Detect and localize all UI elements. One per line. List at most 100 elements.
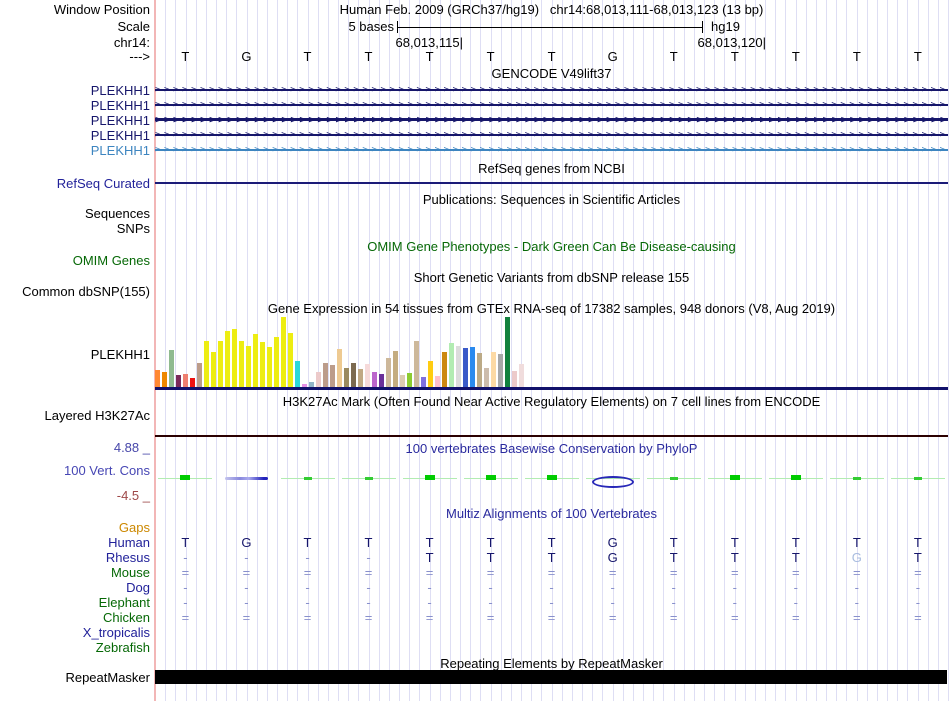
multiz-cell: - — [549, 580, 554, 595]
gtex-bar — [462, 348, 468, 388]
gencode-transcript-label[interactable]: PLEKHH1 — [0, 113, 150, 128]
multiz-cell: = — [181, 610, 190, 625]
dbsnp-title: Short Genetic Variants from dbSNP releas… — [413, 270, 690, 285]
multiz-cell: - — [915, 595, 921, 610]
refseq-curated-label[interactable]: RefSeq Curated — [0, 176, 150, 191]
multiz-cell: - — [488, 580, 493, 595]
publications-title: Publications: Sequences in Scientific Ar… — [422, 192, 681, 207]
multiz-cell: - — [732, 595, 737, 610]
gencode-transcript-label[interactable]: PLEKHH1 — [0, 83, 150, 98]
multiz-species-label[interactable]: Mouse — [0, 565, 150, 580]
multiz-cell: - — [183, 550, 188, 565]
gencode-transcript-label[interactable]: PLEKHH1 — [0, 143, 150, 158]
multiz-cell: T — [486, 550, 495, 565]
multiz-species-label[interactable]: Zebrafish — [0, 640, 150, 655]
multiz-cell: - — [427, 580, 432, 595]
gtex-bar — [476, 353, 482, 388]
snps-label[interactable]: SNPs — [0, 221, 150, 236]
gtex-bar — [448, 343, 454, 388]
gtex-bar — [378, 374, 384, 388]
phylop-positive-mark — [790, 475, 801, 480]
ruler-base: T — [852, 49, 861, 64]
multiz-cell: T — [364, 535, 373, 550]
phylop-positive-mark — [485, 475, 496, 480]
multiz-species-label[interactable]: X_tropicalis — [0, 625, 150, 640]
multiz-gaps-label[interactable]: Gaps — [0, 520, 150, 535]
gtex-bar — [266, 347, 272, 388]
gencode-transcript-row[interactable]: >>>>>>>>>>>>>>>>>>>>>>>>>>>>>>>>>>>>>>>>… — [155, 145, 948, 155]
multiz-cell: G — [851, 550, 862, 565]
gtex-bar — [441, 352, 447, 388]
gtex-bar — [315, 372, 321, 388]
multiz-cell: - — [366, 550, 371, 565]
phylop-positive-mark — [424, 475, 435, 480]
multiz-cell: T — [852, 535, 861, 550]
gtex-bar — [469, 347, 475, 388]
gtex-bar — [483, 368, 489, 388]
multiz-cell: T — [913, 550, 922, 565]
gtex-bar — [294, 361, 300, 388]
multiz-cell: - — [549, 595, 554, 610]
gtex-bar — [504, 317, 510, 388]
ruler-pos-left: 68,013,115| — [395, 35, 463, 50]
dbsnp-label[interactable]: Common dbSNP(155) — [0, 284, 150, 299]
strand-arrow: ---> — [129, 49, 150, 64]
phylop-small-mark — [913, 477, 922, 480]
scale-bar — [397, 27, 703, 28]
multiz-cell: = — [242, 610, 251, 625]
multiz-species-label[interactable]: Dog — [0, 580, 150, 595]
multiz-cell: = — [853, 610, 861, 625]
h3k27ac-label[interactable]: Layered H3K27Ac — [0, 408, 150, 423]
multiz-species-label[interactable]: Rhesus — [0, 550, 150, 565]
gtex-gene-label[interactable]: PLEKHH1 — [0, 347, 150, 362]
multiz-species-label[interactable]: Human — [0, 535, 150, 550]
gtex-baseline — [155, 387, 948, 390]
multiz-cell: - — [427, 595, 432, 610]
ruler-base: G — [241, 49, 252, 64]
repeatmasker-bar[interactable] — [155, 670, 947, 684]
scale-value: 5 bases — [348, 19, 394, 34]
multiz-cell: = — [303, 565, 312, 580]
h3k27ac-baseline[interactable] — [155, 435, 948, 437]
gtex-bar — [511, 371, 517, 388]
gencode-transcript-row[interactable]: >>>>>>>>>>>>>>>>>>>>>>>>>>>>>>>>>>>>>>>>… — [155, 115, 948, 125]
phylop-title: 100 vertebrates Basewise Conservation by… — [405, 441, 698, 456]
multiz-species-label[interactable]: Chicken — [0, 610, 150, 625]
gencode-transcript-row[interactable]: >>>>>>>>>>>>>>>>>>>>>>>>>>>>>>>>>>>>>>>>… — [155, 130, 948, 140]
refseq-gene-line[interactable] — [155, 182, 948, 184]
multiz-cell: T — [547, 550, 556, 565]
multiz-cell: T — [486, 535, 495, 550]
ruler-base: T — [364, 49, 373, 64]
gtex-bar — [182, 374, 188, 388]
gtex-bar — [364, 364, 370, 388]
scale-label: Scale — [117, 19, 150, 34]
gtex-bar — [287, 333, 293, 388]
gtex-bar — [273, 337, 279, 388]
gencode-transcript-row[interactable]: >>>>>>>>>>>>>>>>>>>>>>>>>>>>>>>>>>>>>>>>… — [155, 85, 948, 95]
multiz-cell: T — [669, 535, 678, 550]
gencode-transcript-row[interactable]: >>>>>>>>>>>>>>>>>>>>>>>>>>>>>>>>>>>>>>>>… — [155, 100, 948, 110]
multiz-cell: T — [425, 535, 434, 550]
multiz-cell: = — [486, 610, 495, 625]
sequences-label[interactable]: Sequences — [0, 206, 150, 221]
multiz-cell: = — [914, 610, 922, 625]
multiz-cell: G — [607, 550, 618, 565]
gencode-transcript-label[interactable]: PLEKHH1 — [0, 128, 150, 143]
phylop-label[interactable]: 100 Vert. Cons — [0, 463, 150, 478]
gtex-bar — [231, 329, 237, 388]
gtex-title: Gene Expression in 54 tissues from GTEx … — [267, 301, 836, 316]
multiz-cell: - — [793, 580, 798, 595]
repeatmasker-label[interactable]: RepeatMasker — [0, 670, 150, 685]
gtex-bar — [154, 370, 160, 388]
gtex-bar — [371, 372, 377, 388]
gencode-transcript-label[interactable]: PLEKHH1 — [0, 98, 150, 113]
phylop-positive-mark — [729, 475, 740, 480]
gtex-bar — [329, 365, 335, 388]
multiz-cell: - — [305, 580, 310, 595]
multiz-cell: G — [241, 535, 252, 550]
multiz-title: Multiz Alignments of 100 Vertebrates — [445, 506, 657, 521]
multiz-cell: - — [793, 595, 798, 610]
omim-genes-label[interactable]: OMIM Genes — [0, 253, 150, 268]
multiz-cell: = — [731, 565, 739, 580]
multiz-species-label[interactable]: Elephant — [0, 595, 150, 610]
